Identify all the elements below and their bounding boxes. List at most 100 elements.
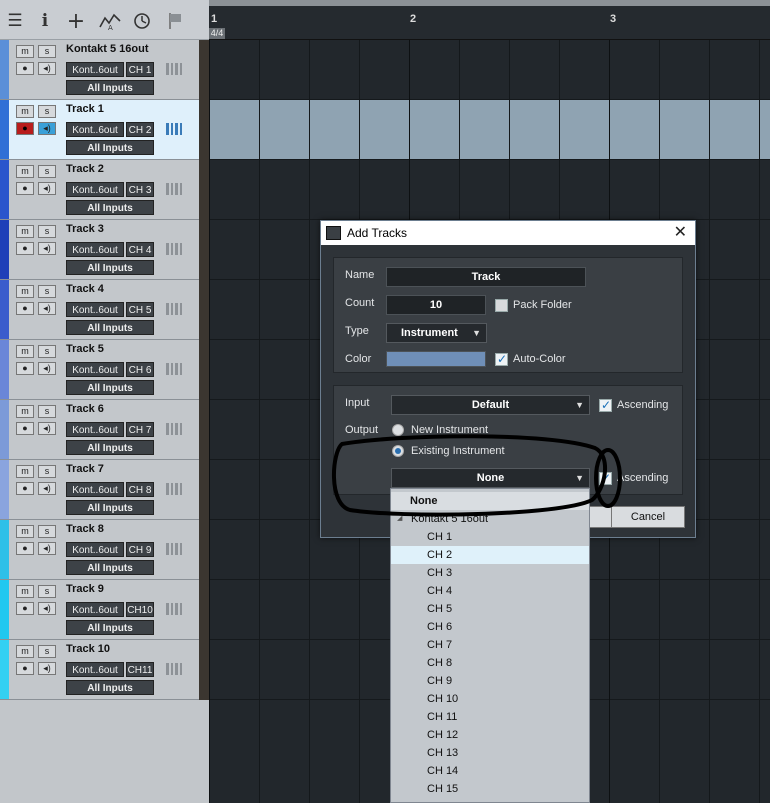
auto-color-checkbox[interactable] (495, 352, 508, 366)
list-item[interactable]: CH 6 (391, 618, 589, 636)
input-selector[interactable]: All Inputs (66, 500, 154, 515)
input-selector[interactable]: All Inputs (66, 260, 154, 275)
list-item[interactable]: CH 8 (391, 654, 589, 672)
track-color-strip[interactable] (0, 100, 9, 159)
automation-icon[interactable]: A (99, 10, 121, 32)
solo-button[interactable]: s (38, 165, 56, 178)
name-field[interactable]: Track (386, 267, 586, 287)
track-header[interactable]: m s ● ◂) Track 1 Kont..6out CH 2 All Inputs (0, 100, 209, 160)
time-signature[interactable]: 4/4 (209, 28, 225, 39)
record-arm-button[interactable]: ● (16, 422, 34, 435)
input-selector[interactable]: All Inputs (66, 200, 154, 215)
record-arm-button[interactable]: ● (16, 542, 34, 555)
list-item[interactable]: CH 1 (391, 528, 589, 546)
track-color-strip[interactable] (0, 340, 9, 399)
track-header[interactable]: m s ● ◂) Track 7 Kont..6out CH 8 All Inputs (0, 460, 209, 520)
mute-button[interactable]: m (16, 105, 34, 118)
type-dropdown[interactable]: Instrument ▼ (386, 323, 487, 343)
channel-selector[interactable]: CH 1 (126, 62, 154, 77)
solo-button[interactable]: s (38, 45, 56, 58)
list-item[interactable]: CH 11 (391, 708, 589, 726)
track-name[interactable]: Track 7 (66, 463, 104, 475)
track-header[interactable]: m s ● ◂) Track 4 Kont..6out CH 5 All Inputs (0, 280, 209, 340)
track-lane[interactable] (209, 100, 770, 160)
list-item-none[interactable]: None (391, 492, 589, 510)
record-arm-button[interactable]: ● (16, 62, 34, 75)
mute-button[interactable]: m (16, 165, 34, 178)
track-color-strip[interactable] (0, 640, 9, 699)
count-field[interactable]: 10 (386, 295, 486, 315)
list-item[interactable]: CH 16 (391, 798, 589, 802)
track-color-strip[interactable] (0, 160, 9, 219)
existing-instrument-radio[interactable] (392, 445, 404, 457)
mute-button[interactable]: m (16, 405, 34, 418)
instrument-selector[interactable]: Kont..6out (66, 122, 124, 137)
channel-selector[interactable]: CH 2 (126, 122, 154, 137)
input-selector[interactable]: All Inputs (66, 320, 154, 335)
existing-instrument-dropdown[interactable]: None ▼ (391, 468, 590, 488)
track-lane[interactable] (209, 160, 770, 220)
input-ascending-checkbox[interactable] (599, 398, 612, 412)
track-name[interactable]: Track 4 (66, 283, 104, 295)
channel-selector[interactable]: CH10 (126, 602, 154, 617)
list-item[interactable]: CH 3 (391, 564, 589, 582)
output-ascending-checkbox[interactable] (599, 471, 612, 485)
marker-flag-icon[interactable] (164, 10, 186, 32)
instrument-selector[interactable]: Kont..6out (66, 422, 124, 437)
track-name[interactable]: Track 5 (66, 343, 104, 355)
input-selector[interactable]: All Inputs (66, 440, 154, 455)
add-track-icon[interactable]: + (65, 9, 87, 34)
cancel-button[interactable]: Cancel (611, 506, 685, 528)
record-arm-button[interactable]: ● (16, 122, 34, 135)
info-icon[interactable]: i (34, 10, 56, 32)
track-header[interactable]: m s ● ◂) Track 5 Kont..6out CH 6 All Inputs (0, 340, 209, 400)
monitor-button[interactable]: ◂) (38, 422, 56, 435)
solo-button[interactable]: s (38, 585, 56, 598)
track-name[interactable]: Track 10 (66, 643, 110, 655)
track-list-divider[interactable] (199, 40, 209, 700)
input-selector[interactable]: All Inputs (66, 560, 154, 575)
input-selector[interactable]: All Inputs (66, 140, 154, 155)
instrument-selector[interactable]: Kont..6out (66, 302, 124, 317)
track-color-strip[interactable] (0, 580, 9, 639)
list-item[interactable]: CH 12 (391, 726, 589, 744)
instrument-selector[interactable]: Kont..6out (66, 662, 124, 677)
solo-button[interactable]: s (38, 105, 56, 118)
existing-instrument-list[interactable]: None Kontakt 5 16out CH 1CH 2CH 3CH 4CH … (390, 488, 590, 803)
track-lane[interactable] (209, 40, 770, 100)
list-item[interactable]: CH 9 (391, 672, 589, 690)
record-arm-button[interactable]: ● (16, 182, 34, 195)
instrument-selector[interactable]: Kont..6out (66, 542, 124, 557)
track-name[interactable]: Track 8 (66, 523, 104, 535)
monitor-button[interactable]: ◂) (38, 302, 56, 315)
clock-icon[interactable] (131, 10, 153, 32)
solo-button[interactable]: s (38, 465, 56, 478)
monitor-button[interactable]: ◂) (38, 242, 56, 255)
list-item[interactable]: CH 2 (391, 546, 589, 564)
input-selector[interactable]: All Inputs (66, 680, 154, 695)
track-color-strip[interactable] (0, 400, 9, 459)
track-header[interactable]: m s ● ◂) Track 9 Kont..6out CH10 All Inputs (0, 580, 209, 640)
monitor-button[interactable]: ◂) (38, 62, 56, 75)
mute-button[interactable]: m (16, 45, 34, 58)
record-arm-button[interactable]: ● (16, 482, 34, 495)
input-dropdown[interactable]: Default ▼ (391, 395, 590, 415)
color-swatch[interactable] (386, 351, 486, 367)
menu-icon[interactable]: ☰ (4, 10, 26, 32)
list-item[interactable]: CH 10 (391, 690, 589, 708)
instrument-selector[interactable]: Kont..6out (66, 62, 124, 77)
track-color-strip[interactable] (0, 520, 9, 579)
list-group-kontakt[interactable]: Kontakt 5 16out (391, 510, 589, 528)
timeline-ruler[interactable]: 1 2 3 4/4 (209, 0, 770, 40)
input-selector[interactable]: All Inputs (66, 80, 154, 95)
track-name[interactable]: Track 6 (66, 403, 104, 415)
monitor-button[interactable]: ◂) (38, 122, 56, 135)
dialog-titlebar[interactable]: Add Tracks ✕ (321, 221, 695, 245)
track-name[interactable]: Track 3 (66, 223, 104, 235)
solo-button[interactable]: s (38, 285, 56, 298)
mute-button[interactable]: m (16, 585, 34, 598)
track-header[interactable]: m s ● ◂) Track 2 Kont..6out CH 3 All Inputs (0, 160, 209, 220)
monitor-button[interactable]: ◂) (38, 482, 56, 495)
close-icon[interactable]: ✕ (674, 221, 687, 245)
monitor-button[interactable]: ◂) (38, 182, 56, 195)
